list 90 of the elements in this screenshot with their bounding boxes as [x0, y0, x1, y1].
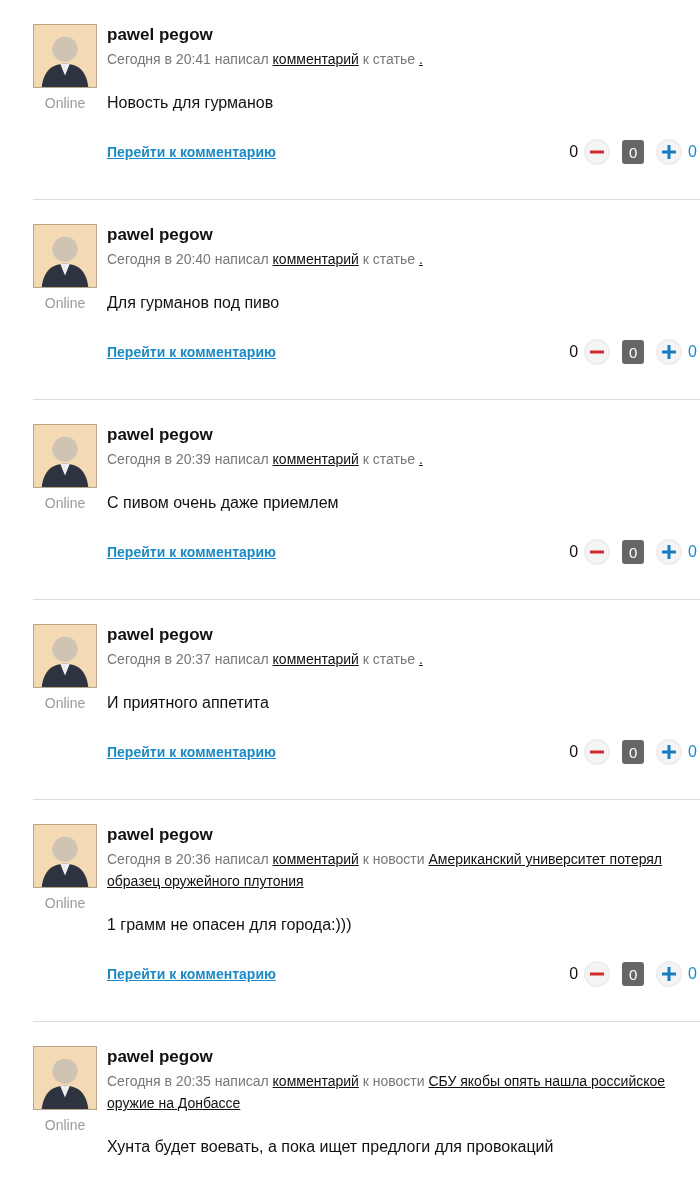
comment-link[interactable]: комментарий [272, 851, 359, 867]
author-name: pawel pegow [107, 224, 214, 246]
comment-text: Хунта будет воевать, а пока ищет предлоги для провокаций [107, 1137, 555, 1157]
author-name: pawel pegow [107, 424, 214, 446]
minus-icon [590, 750, 605, 754]
online-status: Online [44, 495, 86, 511]
goto-comment-link[interactable]: Перейти к комментарию [107, 544, 276, 560]
article-link[interactable]: . [418, 51, 423, 67]
avatar-icon [33, 224, 97, 288]
comment-link[interactable]: комментарий [272, 451, 359, 467]
comment-meta: к статье [362, 251, 415, 267]
minus-button[interactable] [584, 339, 611, 365]
comment-text: С пивом очень даже приемлем [107, 493, 340, 513]
vote-score: 0 [569, 543, 579, 561]
rating-count: 0 [622, 740, 645, 764]
article-link[interactable]: . [418, 451, 423, 467]
plus-count: 0 [688, 343, 697, 361]
minus-button[interactable] [584, 139, 611, 165]
article-link[interactable]: оружие на Донбассе [107, 1095, 241, 1111]
rating-count: 0 [622, 140, 645, 164]
vote-score: 0 [569, 343, 579, 361]
comment-text: Для гурманов под пиво [107, 293, 281, 313]
comment-text: И приятного аппетита [107, 693, 270, 713]
avatar-icon [33, 1046, 97, 1110]
plus-button[interactable] [656, 139, 683, 165]
plus-count: 0 [688, 143, 697, 161]
comment-meta: к статье [362, 651, 415, 667]
online-status: Online [44, 895, 86, 911]
comment-meta: Сегодня в 20:35 написал [107, 1073, 269, 1089]
plus-icon [662, 345, 677, 359]
plus-button[interactable] [656, 739, 683, 765]
author-name: pawel pegow [107, 824, 214, 846]
rating-count: 0 [622, 962, 645, 986]
article-link[interactable]: . [418, 251, 423, 267]
minus-icon [590, 350, 605, 354]
author-name: pawel pegow [107, 624, 214, 646]
comment-link[interactable]: комментарий [272, 651, 359, 667]
vote-score: 0 [569, 143, 579, 161]
avatar-icon [33, 824, 97, 888]
minus-icon [590, 150, 605, 154]
comment-meta: Сегодня в 20:37 написал [107, 651, 269, 667]
comment-meta: Сегодня в 20:39 написал [107, 451, 269, 467]
comment-link[interactable]: комментарий [272, 251, 359, 267]
goto-comment-link[interactable]: Перейти к комментарию [107, 744, 276, 760]
plus-button[interactable] [656, 961, 683, 987]
comment-link[interactable]: комментарий [272, 1073, 359, 1089]
plus-icon [662, 145, 677, 159]
comment-meta: к новости [362, 851, 425, 867]
comment-meta: Сегодня в 20:41 написал [107, 51, 269, 67]
plus-button[interactable] [656, 339, 683, 365]
article-link[interactable]: Американский университет потерял [428, 851, 663, 867]
comment-meta: к статье [362, 51, 415, 67]
online-status: Online [44, 295, 86, 311]
comment-meta: к новости [362, 1073, 425, 1089]
goto-comment-link[interactable]: Перейти к комментарию [107, 144, 276, 160]
author-name: pawel pegow [107, 24, 214, 46]
minus-button[interactable] [584, 961, 611, 987]
author-name: pawel pegow [107, 1046, 214, 1068]
comment-meta: к статье [362, 451, 415, 467]
plus-count: 0 [688, 743, 697, 761]
rating-count: 0 [622, 540, 645, 564]
online-status: Online [44, 695, 86, 711]
plus-button[interactable] [656, 539, 683, 565]
rating-count: 0 [622, 340, 645, 364]
avatar-icon [33, 424, 97, 488]
online-status: Online [44, 95, 86, 111]
article-link[interactable]: СБУ якобы опять нашла российское [428, 1073, 666, 1089]
plus-icon [662, 967, 677, 981]
plus-icon [662, 545, 677, 559]
goto-comment-link[interactable]: Перейти к комментарию [107, 344, 276, 360]
minus-icon [590, 550, 605, 554]
avatar-icon [33, 24, 97, 88]
comment-meta: Сегодня в 20:40 написал [107, 251, 269, 267]
online-status: Online [44, 1117, 86, 1133]
minus-icon [590, 972, 605, 976]
plus-count: 0 [688, 543, 697, 561]
minus-button[interactable] [584, 739, 611, 765]
comment-link[interactable]: комментарий [272, 51, 359, 67]
article-link[interactable]: . [418, 651, 423, 667]
goto-comment-link[interactable]: Перейти к комментарию [107, 966, 276, 982]
avatar-icon [33, 624, 97, 688]
article-link[interactable]: образец оружейного плутония [107, 873, 304, 889]
plus-count: 0 [688, 965, 697, 983]
minus-button[interactable] [584, 539, 611, 565]
vote-score: 0 [569, 743, 579, 761]
comment-text: 1 грамм не опасен для города:))) [107, 915, 353, 935]
comment-text: Новость для гурманов [107, 93, 275, 113]
comment-meta: Сегодня в 20:36 написал [107, 851, 269, 867]
vote-score: 0 [569, 965, 579, 983]
plus-icon [662, 745, 677, 759]
